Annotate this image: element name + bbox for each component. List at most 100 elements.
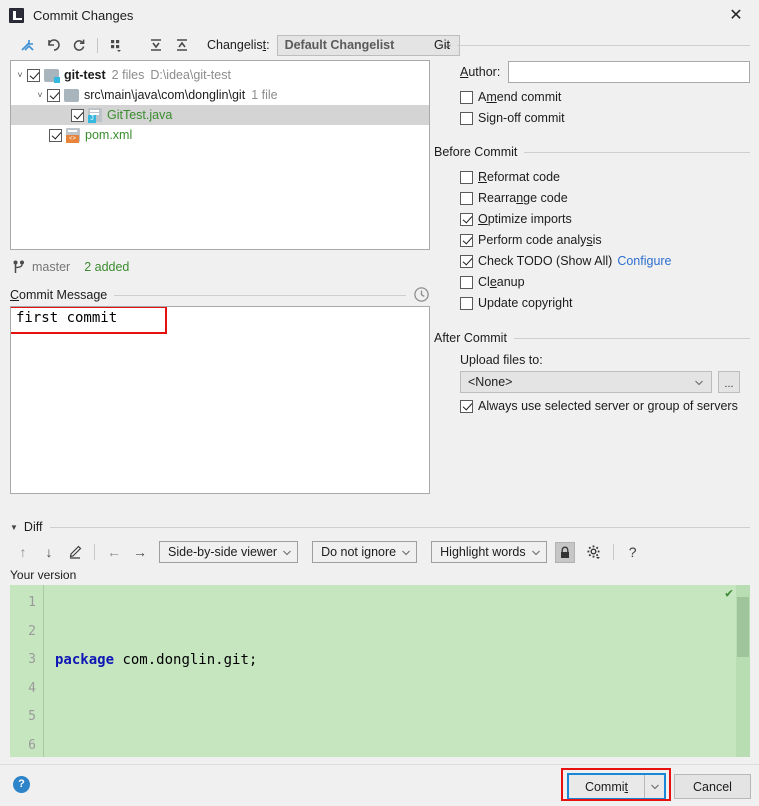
refresh-icon[interactable]	[66, 33, 92, 57]
amend-commit-label: Amend commit	[478, 90, 562, 104]
commit-dropdown-button[interactable]	[644, 775, 664, 798]
commit-message-input[interactable]: first commit	[10, 306, 430, 494]
divider	[114, 294, 406, 296]
whitespace-mode-combo[interactable]: Do not ignore	[312, 541, 418, 563]
update-copyright-checkbox[interactable]: Update copyright	[460, 296, 750, 310]
no-problems-icon: ✔	[725, 586, 733, 601]
changelist-combo[interactable]: Default Changelist	[276, 34, 460, 56]
lock-icon[interactable]	[554, 541, 575, 563]
commit-button-group: Commi t	[567, 773, 666, 800]
sign-off-commit-checkbox[interactable]: Sign-off commit	[460, 111, 750, 125]
divider	[456, 44, 750, 46]
intellij-idea-icon	[9, 7, 24, 23]
upload-target-row: <None> ...	[460, 371, 750, 393]
before-commit-group-header: Before Commit	[434, 145, 750, 159]
java-file-icon	[88, 108, 102, 123]
revert-icon[interactable]	[40, 33, 66, 57]
row-checkbox[interactable]	[49, 128, 62, 142]
line-number: 1	[28, 595, 36, 610]
checkbox-box[interactable]	[460, 111, 473, 125]
chevron-down-icon[interactable]: ▼	[10, 523, 18, 532]
right-pane: Git Author: Amend commit Sign-off commit…	[434, 38, 750, 413]
checkbox-box[interactable]	[460, 212, 473, 226]
author-field[interactable]	[508, 61, 750, 83]
close-icon[interactable]: ✕	[713, 0, 759, 30]
expand-all-icon[interactable]	[143, 33, 169, 57]
edit-source-icon[interactable]	[62, 541, 88, 563]
cleanup-label: Cleanup	[478, 275, 525, 289]
diff-header[interactable]: ▼ Diff	[10, 520, 750, 534]
cleanup-checkbox[interactable]: Cleanup	[460, 275, 750, 289]
checkbox-box[interactable]	[460, 233, 473, 247]
author-row: Author:	[460, 61, 750, 83]
chevron-down-icon	[650, 784, 659, 789]
rearrange-code-label: Rearrange code	[478, 191, 568, 205]
help-icon[interactable]: ?	[13, 776, 30, 793]
checkbox-box[interactable]	[460, 254, 473, 268]
checkbox-box[interactable]	[460, 170, 473, 184]
checkbox-box[interactable]	[460, 399, 473, 413]
question-mark-icon[interactable]: ?	[620, 541, 646, 563]
accept-right-icon[interactable]: →	[127, 541, 153, 563]
changed-files-tree[interactable]: ˅ git-test 2 files D:\idea\git-test ˅ sr…	[10, 60, 430, 250]
twisty-icon[interactable]: ˅	[13, 70, 27, 80]
viewer-mode-combo[interactable]: Side-by-side viewer	[159, 541, 299, 563]
optimize-imports-checkbox[interactable]: Optimize imports	[460, 212, 750, 226]
gear-icon[interactable]	[581, 541, 607, 563]
git-group-header: Git	[434, 38, 750, 52]
group-by-icon[interactable]	[103, 33, 129, 57]
divider	[513, 337, 750, 339]
row-checkbox[interactable]	[27, 68, 40, 82]
git-group-title: Git	[434, 38, 450, 52]
branch-name: master	[32, 260, 71, 274]
row-checkbox[interactable]	[71, 108, 84, 122]
next-difference-icon[interactable]: ↓	[36, 541, 62, 563]
twisty-icon[interactable]: ˅	[33, 90, 47, 100]
configure-todo-link[interactable]: Configure	[617, 254, 671, 268]
diff-pane-label: Your version	[10, 568, 77, 582]
added-count: 2 added	[84, 260, 130, 274]
perform-code-analysis-checkbox[interactable]: Perform code analysis	[460, 233, 750, 247]
tree-row[interactable]: ˅ src\main\java\com\donglin\git 1 file	[11, 85, 429, 105]
always-use-server-checkbox[interactable]: Always use selected server or group of s…	[460, 399, 750, 413]
row-checkbox[interactable]	[47, 88, 60, 102]
diff-section: ▼ Diff ↑ ↓ ← → Side-by-side viewer Do no…	[10, 520, 750, 757]
tree-row[interactable]: GitTest.java	[11, 105, 429, 125]
checkbox-box[interactable]	[460, 90, 473, 104]
reformat-code-checkbox[interactable]: Reformat code	[460, 170, 750, 184]
folder-icon	[64, 88, 79, 102]
check-todo-checkbox[interactable]: Check TODO (Show All) Configure	[460, 254, 750, 268]
tree-row[interactable]: pom.xml	[11, 125, 429, 145]
sign-off-commit-label: Sign-off commit	[478, 111, 565, 125]
dialog-footer: ? Commi t Cancel	[0, 764, 759, 806]
checkbox-box[interactable]	[460, 191, 473, 205]
after-commit-group-header: After Commit	[434, 331, 750, 345]
history-clock-icon[interactable]	[413, 286, 430, 303]
tree-row-name: src\main\java\com\donglin\git	[84, 88, 246, 102]
rearrange-code-checkbox[interactable]: Rearrange code	[460, 191, 750, 205]
code-scrollbar-thumb[interactable]	[737, 597, 749, 657]
code-scrollbar[interactable]	[736, 585, 750, 757]
accept-left-icon[interactable]: ←	[101, 541, 127, 563]
title-bar: Commit Changes ✕	[0, 0, 759, 30]
upload-server-combo[interactable]: <None>	[460, 371, 712, 393]
amend-commit-checkbox[interactable]: Amend commit	[460, 90, 750, 104]
tree-row[interactable]: ˅ git-test 2 files D:\idea\git-test	[11, 65, 429, 85]
previous-difference-icon[interactable]: ↑	[10, 541, 36, 563]
line-number: 6	[28, 737, 36, 753]
changelist-value: Default Changelist	[284, 38, 395, 52]
chevron-down-icon	[695, 380, 703, 386]
code-line: package com.donglin.git;	[55, 652, 258, 668]
collapse-all-icon[interactable]	[169, 33, 195, 57]
diff-code-editor[interactable]: 1 2 3 4 5 6 package com.donglin.git; pub…	[10, 585, 750, 757]
checkbox-box[interactable]	[460, 275, 473, 289]
checkbox-box[interactable]	[460, 296, 473, 310]
commit-button[interactable]: Commi t	[569, 775, 644, 798]
browse-servers-button[interactable]: ...	[718, 371, 740, 393]
cancel-button[interactable]: Cancel	[674, 774, 751, 799]
toolbar-separator	[94, 544, 95, 560]
show-diff-icon[interactable]	[14, 33, 40, 57]
before-commit-title: Before Commit	[434, 145, 518, 159]
highlight-mode-combo[interactable]: Highlight words	[431, 541, 547, 563]
always-use-server-label: Always use selected server or group of s…	[478, 399, 738, 413]
